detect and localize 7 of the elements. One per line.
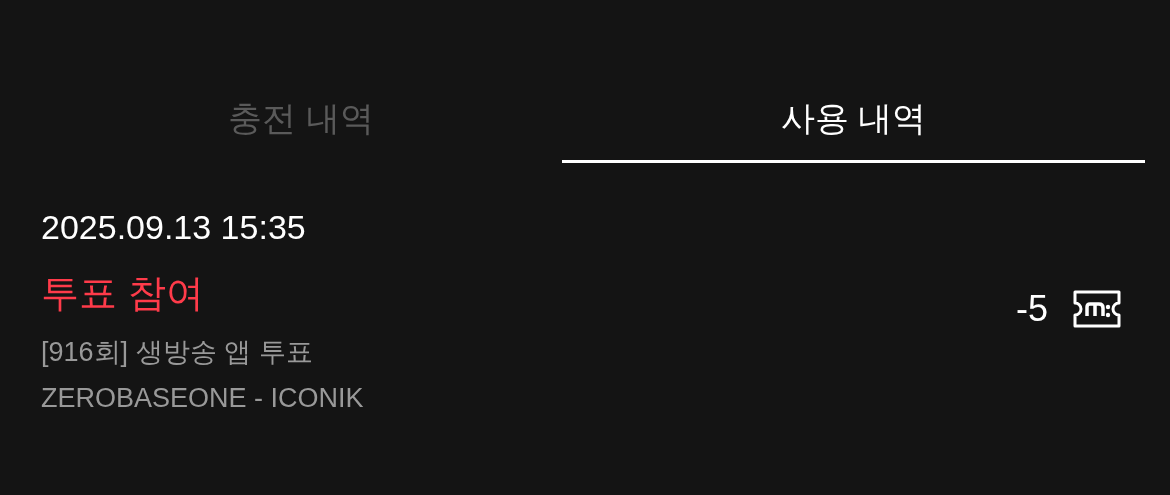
tab[interactable]: 사용 내역	[562, 62, 1145, 163]
transaction-title: 투표 참여	[41, 271, 205, 316]
transaction-detail: [916회] 생방송 앱 투표	[41, 336, 314, 369]
ticket-icon	[1072, 289, 1122, 329]
date-time: 2025.09.13 15:35	[41, 207, 307, 248]
transaction-detail: ZEROBASEONE - ICONIK	[41, 382, 364, 415]
amount: -5	[1016, 288, 1048, 330]
